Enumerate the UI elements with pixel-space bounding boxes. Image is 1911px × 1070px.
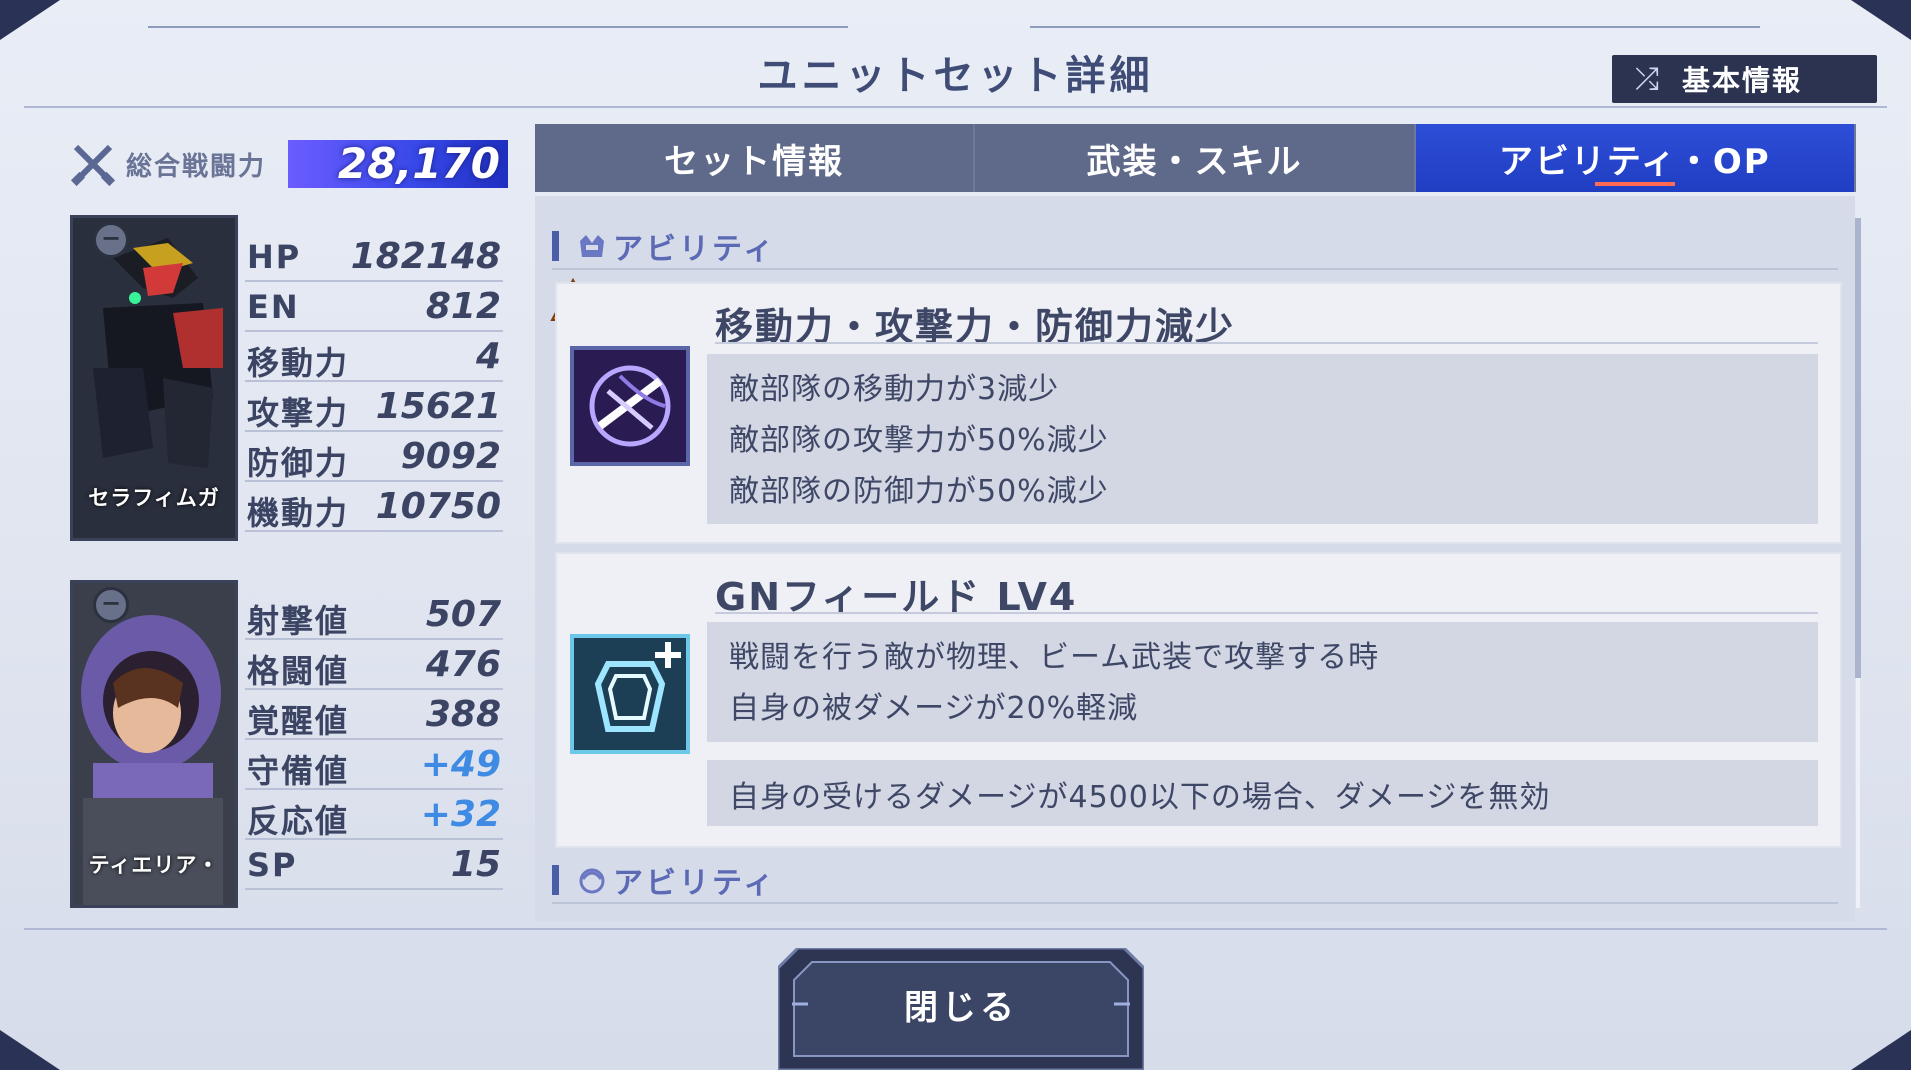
ability-description: 敵部隊の移動力が3減少 敵部隊の攻撃力が50%減少 敵部隊の防御力が50%減少 (707, 354, 1818, 524)
section-header: アビリティ (552, 860, 777, 901)
section-label: アビリティ (613, 232, 777, 267)
scrollbar-thumb[interactable] (1855, 218, 1861, 678)
ability-line: 敵部隊の防御力が50%減少 (729, 474, 1109, 509)
pilot-name: ティエリア・ (88, 853, 220, 877)
mecha-head-icon (580, 235, 604, 257)
stat-row: EN 812 (245, 282, 503, 332)
stat-value: 388 (425, 694, 501, 735)
total-power-value: 28,170 (337, 139, 500, 188)
stat-row: 移動力 4 (245, 332, 503, 382)
stat-row: HP 182148 (245, 232, 503, 282)
stat-value: 812 (425, 286, 501, 327)
section-divider (552, 268, 1838, 270)
ability-title-rule (715, 612, 1818, 614)
stat-value: 15621 (375, 386, 501, 427)
stat-value: 9092 (400, 436, 501, 477)
total-power-label: 総合戦闘力 (126, 151, 267, 182)
pilot-portrait[interactable]: − ティエリア・ (70, 580, 238, 908)
top-deco-line (148, 26, 848, 28)
ability-line: 自身の受けるダメージが4500以下の場合、ダメージを無効 (729, 780, 1551, 815)
active-tab-indicator (1594, 182, 1675, 186)
stat-label: HP (247, 238, 302, 276)
stat-value: 4 (475, 336, 501, 377)
shield-plus-icon (570, 634, 690, 754)
section-header: アビリティ (552, 226, 777, 267)
ability-card[interactable]: 移動力・攻撃力・防御力減少 敵部隊の移動力が3減少 敵部隊の攻撃力が50%減少 … (555, 282, 1842, 544)
shuffle-icon: ⤮ (1635, 61, 1659, 97)
stat-label: 格闘値 (247, 652, 350, 690)
basic-info-label: 基本情報 (1682, 64, 1803, 97)
section-marker (552, 865, 559, 895)
total-power: 総合戦闘力 (70, 140, 266, 188)
top-deco-line (1030, 26, 1760, 28)
section-divider (552, 902, 1838, 904)
unit-name: セラフィムガ (88, 486, 220, 510)
stat-value: 10750 (375, 486, 501, 527)
ability-title-rule (715, 342, 1818, 344)
section-label: アビリティ (613, 866, 777, 901)
stat-label: 守備値 (247, 752, 350, 790)
stat-value: 15 (450, 844, 501, 885)
stat-label: 反応値 (247, 802, 350, 840)
section-marker (552, 231, 559, 261)
stat-value: 507 (425, 594, 501, 635)
stat-label: 射撃値 (247, 602, 350, 640)
stat-row: SP 15 (245, 840, 503, 890)
ability-line: 敵部隊の移動力が3減少 (729, 372, 1060, 407)
ability-line: 敵部隊の攻撃力が50%減少 (729, 423, 1109, 458)
ability-extra-description: 自身の受けるダメージが4500以下の場合、ダメージを無効 (707, 760, 1818, 826)
stat-label: 覚醒値 (247, 702, 350, 740)
tab-bar: セット情報 武装・スキル アビリティ・OP (535, 124, 1856, 192)
remove-pilot-icon[interactable]: − (93, 587, 129, 623)
tab-weapons-skills[interactable]: 武装・スキル (975, 124, 1416, 192)
tab-abilities-op[interactable]: アビリティ・OP (1415, 124, 1856, 192)
ability-line: 戦闘を行う敵が物理、ビーム武装で攻撃する時 (729, 640, 1380, 675)
stat-row: 射撃値 507 (245, 590, 503, 640)
stat-value-boosted: +49 (420, 744, 501, 785)
basic-info-button[interactable]: ⤮ 基本情報 (1612, 55, 1877, 103)
stat-row: 防御力 9092 (245, 432, 503, 482)
stat-row: 覚醒値 388 (245, 690, 503, 740)
bottom-divider (24, 928, 1887, 930)
ability-card[interactable]: GNフィールド LV4 戦闘を行う敵が物理、ビーム武装で攻撃する時 自身の被ダメ… (555, 552, 1842, 848)
stat-label: 機動力 (247, 494, 350, 532)
stat-label: SP (247, 846, 298, 884)
stat-row: 反応値 +32 (245, 790, 503, 840)
crossed-swords-icon (70, 144, 116, 187)
stat-row: 格闘値 476 (245, 640, 503, 690)
debuff-slash-icon (570, 346, 690, 466)
ability-description: 戦闘を行う敵が物理、ビーム武装で攻撃する時 自身の被ダメージが20%軽減 (707, 622, 1818, 742)
stat-row: 機動力 10750 (245, 482, 503, 532)
tab-set-info[interactable]: セット情報 (535, 124, 976, 192)
stat-label: 防御力 (247, 444, 350, 482)
unit-portrait[interactable]: − セラフィムガ (70, 215, 238, 541)
stat-row: 攻撃力 15621 (245, 382, 503, 432)
ability-line: 自身の被ダメージが20%軽減 (729, 691, 1139, 726)
stat-row: 守備値 +49 (245, 740, 503, 790)
stat-label: EN (247, 288, 300, 326)
stat-value: 182148 (350, 236, 501, 277)
title-divider (24, 106, 1887, 108)
pilot-head-icon (579, 868, 605, 894)
tab-abilities-op-label: アビリティ・OP (1498, 141, 1771, 182)
stat-label: 攻撃力 (247, 394, 350, 432)
close-button-label[interactable]: 閉じる (778, 980, 1144, 1036)
stat-label: 移動力 (247, 344, 350, 382)
stat-value-boosted: +32 (420, 794, 501, 835)
stat-value: 476 (425, 644, 501, 685)
remove-unit-icon[interactable]: − (93, 222, 129, 258)
total-power-bar: 28,170 (288, 140, 508, 188)
